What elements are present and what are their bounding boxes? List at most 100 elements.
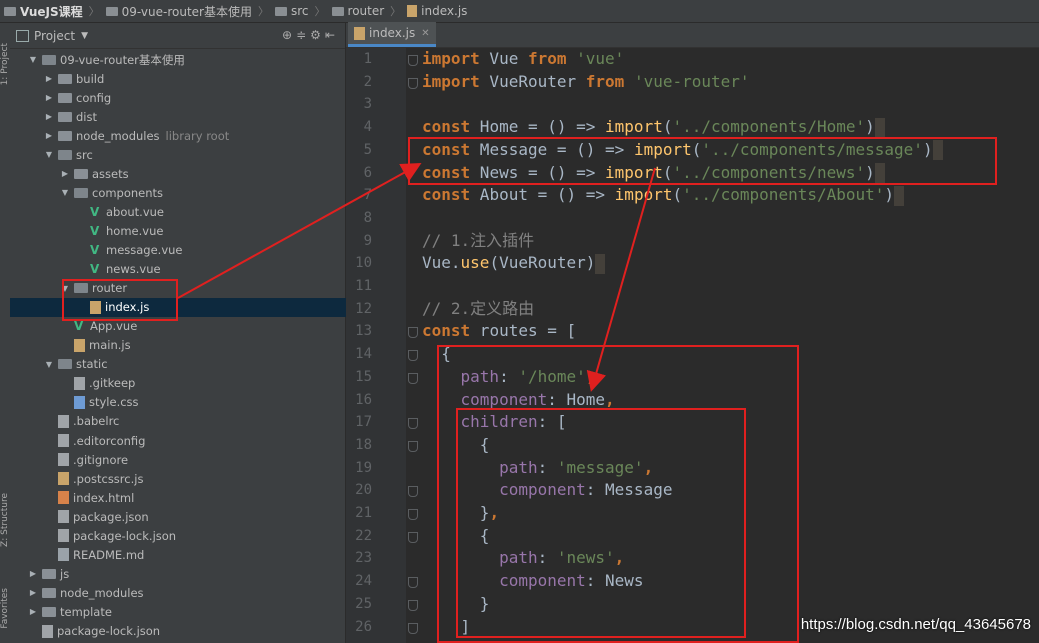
- editor-tabbar: index.js ✕: [346, 22, 1039, 48]
- gen-file-icon: [42, 624, 53, 638]
- tree-item[interactable]: ▶ dist: [10, 107, 379, 126]
- breadcrumb-label: VueJS课程: [20, 4, 83, 19]
- chevron-down-icon[interactable]: ▼: [28, 55, 38, 64]
- tree-item[interactable]: style.css: [10, 393, 395, 412]
- tree-item[interactable]: .gitignore: [10, 450, 379, 469]
- tree-item[interactable]: ▶ config: [10, 88, 379, 107]
- folder-icon: [58, 130, 72, 141]
- tree-item[interactable]: ▼ 09-vue-router基本使用: [10, 50, 363, 69]
- folder-icon: [4, 6, 16, 16]
- vue-file-icon: V: [90, 204, 100, 219]
- tree-item-label: README.md: [73, 547, 145, 562]
- tree-item[interactable]: ▶ build: [10, 69, 379, 88]
- code-line[interactable]: const About = () => import('../component…: [422, 184, 905, 207]
- tree-item-label: .editorconfig: [73, 433, 146, 448]
- tree-item-label: package-lock.json: [73, 528, 177, 543]
- code-line[interactable]: Vue.use(VueRouter): [422, 252, 606, 275]
- chevron-right-icon[interactable]: ▶: [44, 74, 54, 83]
- chevron-down-icon[interactable]: ▼: [81, 31, 88, 41]
- highlight-lazy-imports: [408, 137, 997, 185]
- fold-marker-icon[interactable]: [408, 440, 418, 452]
- code-token: 'vue': [576, 49, 625, 68]
- tree-item[interactable]: ▶ js: [10, 564, 363, 583]
- collapse-icon[interactable]: ≑: [296, 28, 310, 42]
- folder-icon: [275, 6, 287, 16]
- fold-marker-icon[interactable]: [408, 577, 418, 589]
- fold-marker-icon[interactable]: [408, 622, 418, 634]
- line-number: 5: [363, 141, 372, 158]
- vue-file-icon: V: [90, 223, 100, 238]
- tree-item[interactable]: .postcssrc.js: [10, 469, 379, 488]
- chevron-down-icon[interactable]: ▼: [60, 188, 70, 197]
- tree-item[interactable]: ▼ static: [10, 355, 379, 374]
- fold-marker-icon[interactable]: [408, 418, 418, 430]
- fold-marker-icon[interactable]: [408, 77, 418, 89]
- breadcrumb-item[interactable]: src: [271, 4, 313, 18]
- chevron-right-icon[interactable]: ▶: [28, 607, 38, 616]
- tree-item[interactable]: ▶ node_modules: [10, 583, 363, 602]
- fold-marker-icon[interactable]: [408, 55, 418, 66]
- chevron-down-icon[interactable]: ▼: [44, 150, 54, 159]
- folder-icon: [58, 149, 72, 160]
- code-line[interactable]: // 1.注入插件: [422, 230, 534, 253]
- fold-marker-icon[interactable]: [408, 509, 418, 520]
- locate-icon[interactable]: ⊕: [282, 28, 296, 42]
- tool-tab-structure[interactable]: Z: Structure: [0, 493, 10, 547]
- chevron-right-icon[interactable]: ▶: [44, 112, 54, 121]
- tree-item[interactable]: ▶ node_modules library root: [10, 126, 379, 145]
- breadcrumb-item[interactable]: VueJS课程: [0, 3, 87, 20]
- fold-marker-icon[interactable]: [408, 372, 418, 384]
- gen-file-icon: [58, 510, 69, 524]
- fold-marker-icon[interactable]: [408, 327, 418, 339]
- close-icon[interactable]: ✕: [421, 28, 429, 39]
- tree-item[interactable]: package-lock.json: [10, 622, 363, 641]
- breadcrumb-item[interactable]: index.js: [403, 4, 471, 18]
- tree-item-label: news.vue: [106, 262, 161, 277]
- js-file-icon: [74, 338, 85, 352]
- breadcrumb-item[interactable]: 09-vue-router基本使用: [102, 3, 256, 20]
- tree-item[interactable]: ▶ assets: [10, 164, 395, 183]
- tree-item[interactable]: main.js: [10, 336, 395, 355]
- tree-item[interactable]: ▶ template: [10, 602, 363, 621]
- code-line[interactable]: const Home = () => import('../components…: [422, 116, 885, 139]
- chevron-right-icon[interactable]: ▶: [60, 169, 70, 178]
- code-line[interactable]: // 2.定义路由: [422, 298, 534, 321]
- code-line[interactable]: import Vue from 'vue': [422, 48, 624, 71]
- line-number: 20: [355, 482, 372, 499]
- line-number: 14: [355, 346, 372, 363]
- tool-tab-favorites[interactable]: Favorites: [0, 588, 10, 629]
- gear-icon[interactable]: ⚙: [310, 28, 325, 42]
- chevron-right-icon[interactable]: ▶: [28, 588, 38, 597]
- tree-item-label: about.vue: [106, 204, 165, 219]
- chevron-right-icon[interactable]: ▶: [44, 131, 54, 140]
- code-line[interactable]: const routes = [: [422, 320, 576, 343]
- code-line[interactable]: import VueRouter from 'vue-router': [422, 71, 750, 94]
- line-number: 10: [355, 255, 372, 272]
- tree-item[interactable]: ▼ src: [10, 145, 379, 164]
- breadcrumb-label: src: [291, 4, 309, 18]
- tree-item[interactable]: ▼ components: [10, 183, 395, 202]
- fold-marker-icon[interactable]: [408, 531, 418, 543]
- tree-item[interactable]: index.html: [10, 488, 379, 507]
- chevron-down-icon[interactable]: ▼: [44, 360, 54, 369]
- tree-item[interactable]: .editorconfig: [10, 431, 379, 450]
- tab-index-js[interactable]: index.js ✕: [348, 22, 436, 47]
- tree-item[interactable]: .gitkeep: [10, 374, 395, 393]
- hide-icon[interactable]: ⇤: [325, 28, 339, 42]
- project-panel-title[interactable]: Project: [34, 29, 75, 43]
- gen-file-icon: [58, 434, 69, 447]
- code-token: // 1.注入插件: [422, 230, 535, 250]
- tree-item[interactable]: package-lock.json: [10, 526, 379, 545]
- tree-item[interactable]: package.json: [10, 507, 379, 526]
- breadcrumb-item[interactable]: router: [328, 4, 389, 18]
- tree-item[interactable]: README.md: [10, 545, 379, 564]
- md-file-icon: [58, 548, 69, 562]
- tree-item[interactable]: .babelrc: [10, 412, 379, 431]
- tree-item-label: .babelrc: [73, 414, 120, 429]
- tool-tab-project[interactable]: 1: Project: [0, 43, 10, 85]
- fold-marker-icon[interactable]: [408, 599, 418, 611]
- fold-marker-icon[interactable]: [408, 350, 418, 362]
- chevron-right-icon[interactable]: ▶: [28, 569, 38, 578]
- chevron-right-icon[interactable]: ▶: [44, 93, 54, 102]
- fold-marker-icon[interactable]: [408, 486, 418, 498]
